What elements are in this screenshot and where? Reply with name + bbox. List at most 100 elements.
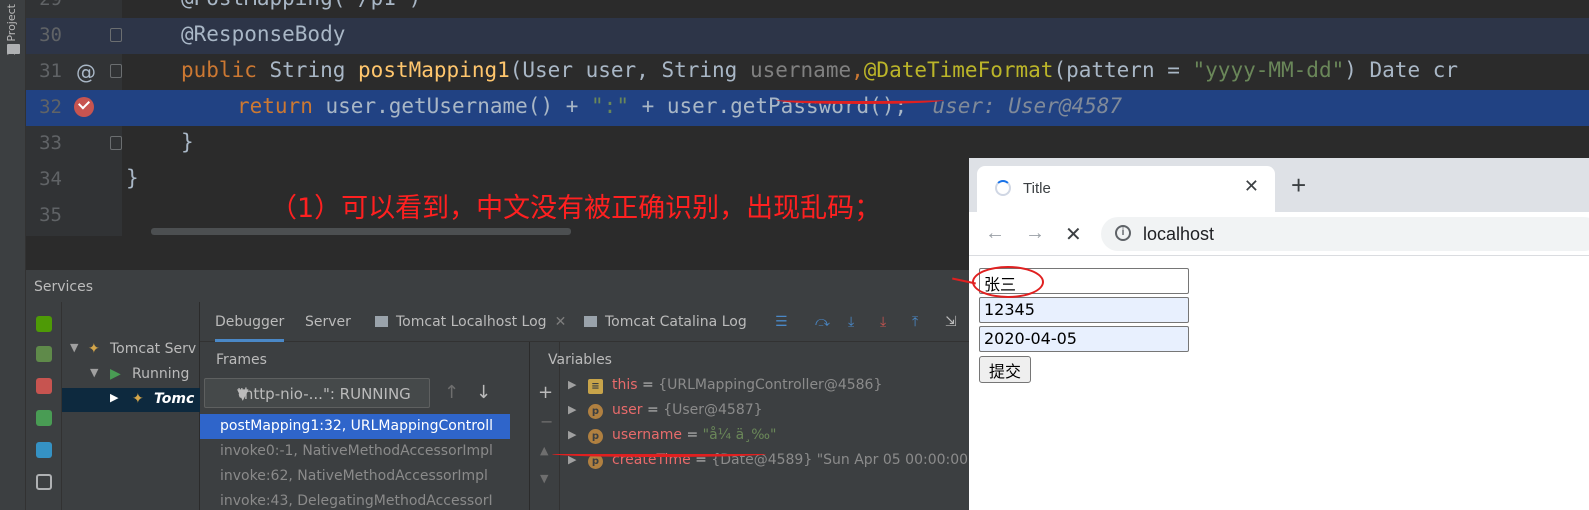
expand-arrow-icon[interactable]: ▶ [568, 428, 576, 441]
rerun-icon[interactable] [36, 316, 52, 332]
artifact-icon[interactable] [36, 442, 52, 458]
variable-row-this[interactable]: ▶ ≡ this = {URLMappingController@4586} [560, 374, 995, 399]
close-icon[interactable]: ✕ [555, 314, 567, 330]
services-tree: ▼ ✦ Tomcat Serv ▼ ▶ Running ▶ ✦ Tomc [62, 302, 200, 510]
move-up-icon[interactable]: ▲ [540, 444, 548, 457]
variable-text: user = {User@4587} [612, 402, 763, 418]
frames-panel: Frames ✔ "http-nio-...": RUNNING ▼ ↑ ↓ p… [200, 342, 530, 510]
page-content: 张三 12345 2020-04-05 提交 [969, 256, 1589, 510]
variable-row-user[interactable]: ▶ p user = {User@4587} [560, 399, 995, 424]
new-tab-icon[interactable]: + [1291, 172, 1306, 198]
field-icon: ≡ [588, 379, 603, 394]
variables-panel: + − ▲ ▼ Variables ▶ ≡ this = {URLMapping… [530, 342, 995, 510]
code-text: @PostMapping("/p1") [181, 0, 421, 10]
arrow-up-icon[interactable]: ↑ [444, 382, 459, 403]
browser-toolbar: ← → ✕ i localhost [969, 212, 1589, 256]
tree-item-tomcat-server[interactable]: ▼ ✦ Tomcat Serv [62, 338, 200, 362]
line-number: 30 [39, 24, 62, 46]
annotation-text: （1）可以看到，中文没有被正确识别，出现乱码； [270, 193, 882, 224]
address-bar[interactable]: i localhost [1101, 217, 1589, 251]
folder-icon[interactable] [7, 44, 20, 54]
forward-icon[interactable]: → [1025, 222, 1045, 245]
tomcat-icon: ✦ [132, 391, 144, 407]
variables-title: Variables [548, 352, 612, 368]
tab-label: Tomcat Localhost Log [396, 314, 547, 330]
username-underline-mark [776, 96, 944, 104]
expand-arrow-icon[interactable]: ▼ [70, 341, 78, 354]
expand-arrow-icon[interactable]: ▶ [568, 403, 576, 416]
code-text: public String postMapping1(User user, St… [181, 58, 1459, 82]
fold-marker-icon[interactable] [110, 136, 122, 150]
refresh-icon[interactable] [36, 474, 52, 490]
stop-loading-icon[interactable]: ✕ [1065, 222, 1082, 247]
tab-tomcat-catalina-log[interactable]: Tomcat Catalina Log [584, 314, 747, 330]
frames-title: Frames [216, 352, 267, 368]
line-number: 35 [39, 204, 62, 226]
tab-tomcat-localhost-log[interactable]: Tomcat Localhost Log ✕ [375, 314, 566, 330]
date-input[interactable]: 2020-04-05 [979, 326, 1189, 352]
expand-arrow-icon[interactable]: ▶ [110, 391, 118, 404]
variable-text: username = "å¼ ä¸‰" [612, 427, 777, 443]
stop-icon[interactable] [36, 378, 52, 394]
variable-row-username[interactable]: ▶ p username = "å¼ ä¸‰" [560, 424, 995, 449]
tab-label: Tomcat Catalina Log [605, 314, 747, 330]
tree-item-tomcat-app[interactable]: ▶ ✦ Tomc [62, 388, 200, 412]
variable-text: this = {URLMappingController@4586} [612, 377, 883, 393]
add-watch-icon[interactable]: + [538, 382, 553, 403]
code-text: return user.getUsername() + ":" + user.g… [237, 94, 1123, 118]
frame-label: postMapping1:32, URLMappingControll [220, 418, 494, 434]
thread-selector[interactable]: ✔ "http-nio-...": RUNNING ▼ [204, 378, 430, 408]
browser-tab-bar: Title ✕ + [969, 158, 1589, 212]
step-out-icon[interactable]: ⤒ [912, 314, 918, 330]
back-icon[interactable]: ← [985, 222, 1005, 245]
tree-item-label: Tomc [154, 391, 195, 407]
frame-item[interactable]: invoke:62, NativeMethodAccessorImpl [200, 464, 510, 489]
breakpoint-icon[interactable] [74, 97, 94, 117]
browser-window: Title ✕ + ← → ✕ i localhost 张三 12345 202… [969, 158, 1589, 510]
project-tool-strip: 1: Project [0, 0, 26, 510]
debug-icon[interactable] [36, 346, 52, 362]
info-icon[interactable]: i [1115, 225, 1131, 241]
line-number: 29 [32, 0, 62, 10]
force-step-into-icon[interactable]: ⤓ [880, 314, 886, 330]
code-line-30: 30 @ResponseBody [26, 18, 1589, 54]
step-over-icon[interactable]: ☰ [775, 314, 788, 330]
deploy-icon[interactable] [36, 410, 52, 426]
expand-arrow-icon[interactable]: ▼ [90, 366, 98, 379]
tree-item-running[interactable]: ▼ ▶ Running [62, 363, 200, 387]
parameter-icon: p [588, 404, 603, 419]
remove-watch-icon[interactable]: − [540, 412, 553, 431]
code-text: } [126, 166, 139, 190]
services-side-toolbar [26, 302, 62, 510]
line-number: 31 [39, 60, 62, 82]
run-to-cursor-icon[interactable]: ⇲ [945, 314, 957, 330]
move-down-icon[interactable]: ▼ [540, 472, 548, 485]
log-icon [375, 316, 388, 327]
editor-horizontal-scrollbar[interactable] [151, 228, 571, 235]
line-number: 34 [39, 168, 62, 190]
arrow-down-icon[interactable]: ↓ [476, 382, 491, 403]
parameter-icon: p [588, 429, 603, 444]
browser-tab[interactable]: Title ✕ [977, 166, 1275, 212]
close-tab-icon[interactable]: ✕ [1244, 176, 1259, 197]
frame-item[interactable]: invoke0:-1, NativeMethodAccessorImpl [200, 439, 510, 464]
expand-arrow-icon[interactable]: ▶ [568, 378, 576, 391]
tree-item-label: Running [132, 366, 190, 382]
tab-server[interactable]: Server [305, 314, 351, 330]
frame-item[interactable]: postMapping1:32, URLMappingControll [200, 414, 510, 439]
password-input[interactable]: 12345 [979, 297, 1189, 323]
code-text: } [181, 130, 194, 154]
tab-debugger[interactable]: Debugger [215, 314, 285, 342]
fold-marker-icon[interactable] [110, 64, 122, 78]
code-line-29: 29 @PostMapping("/p1") [26, 0, 1589, 18]
tab-title: Title [1023, 180, 1051, 197]
step-into-icon[interactable]: ⤓ [848, 314, 854, 330]
frame-item[interactable]: invoke:43, DelegatingMethodAccessorI [200, 489, 510, 510]
tomcat-icon: ✦ [88, 341, 100, 357]
step-over-arrow-icon[interactable]: ⤼ [815, 314, 830, 330]
services-title: Services [34, 279, 94, 295]
mapping-gutter-icon[interactable]: @ [76, 60, 96, 84]
fold-marker-icon[interactable] [110, 28, 122, 42]
address-bar-url: localhost [1143, 224, 1215, 244]
submit-button[interactable]: 提交 [979, 356, 1031, 383]
